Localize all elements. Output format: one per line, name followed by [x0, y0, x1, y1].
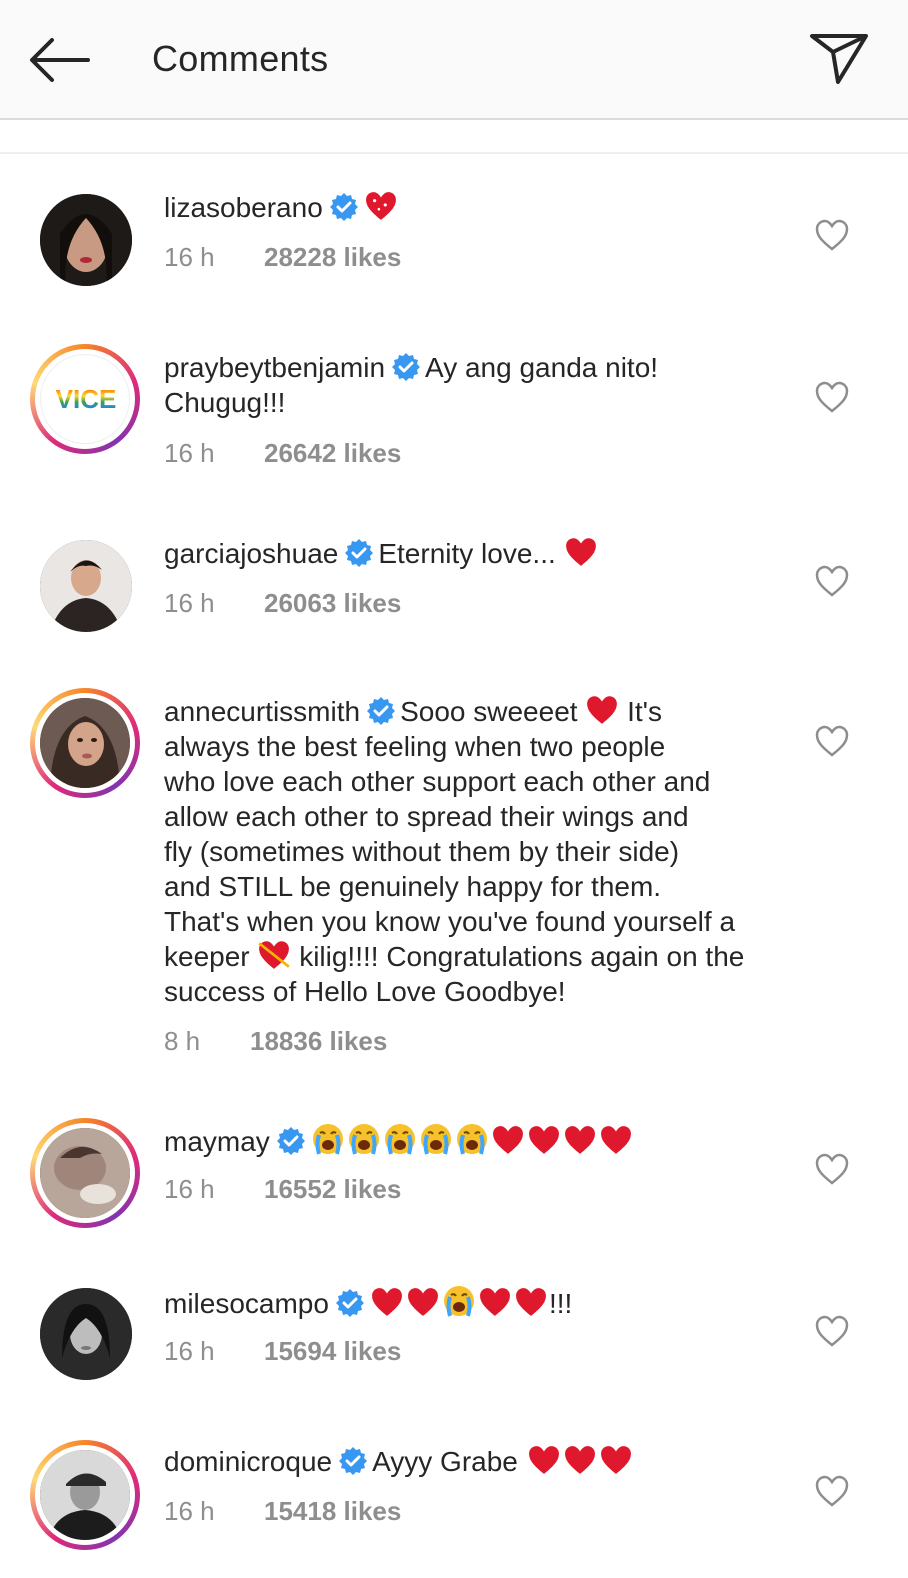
avatar[interactable] — [30, 1440, 140, 1550]
avatar-text: VICE — [56, 384, 117, 414]
heart-outline-icon[interactable] — [814, 564, 850, 598]
red-heart-icon — [598, 1124, 634, 1156]
comment-time: 16 h — [164, 588, 215, 618]
comment-text: Ayyy Grabe — [372, 1446, 518, 1477]
comment-meta: 16 h 15694 likes — [164, 1336, 401, 1367]
comment-time: 8 h — [164, 1026, 201, 1056]
red-heart-icon — [513, 1286, 549, 1318]
comment-time: 16 h — [164, 438, 215, 468]
comment-likes[interactable]: 15694 likes — [264, 1336, 401, 1366]
red-heart-icon — [562, 1124, 598, 1156]
verified-badge-icon — [335, 1288, 365, 1318]
verified-badge-icon — [391, 352, 421, 382]
comment-meta: 8 h 18836 likes — [164, 1026, 387, 1057]
comment-text-line: always the best feeling when two people — [164, 731, 666, 762]
heart-outline-icon[interactable] — [814, 724, 850, 758]
heart-outline-icon[interactable] — [814, 380, 850, 414]
crying-face-icon — [454, 1122, 490, 1156]
avatar[interactable]: VICE — [30, 344, 140, 454]
comment-likes[interactable]: 26063 likes — [264, 588, 401, 618]
comment-text-line: success of Hello Love Goodbye! — [164, 976, 566, 1007]
comment-meta: 16 h 26063 likes — [164, 588, 401, 619]
sparkle-heart-icon — [363, 190, 399, 222]
comment-username[interactable]: garciajoshuae — [164, 538, 338, 569]
header-bar: Comments — [0, 0, 908, 120]
paper-plane-icon[interactable] — [806, 28, 872, 88]
comment-meta: 16 h 26642 likes — [164, 438, 401, 469]
comment-likes[interactable]: 26642 likes — [264, 438, 401, 468]
comment-time: 16 h — [164, 242, 215, 272]
comment-likes[interactable]: 28228 likes — [264, 242, 401, 272]
red-heart-icon — [564, 536, 598, 568]
comment-text: Chugug!!! — [164, 387, 286, 418]
heart-with-arrow-icon — [258, 939, 291, 971]
comment-username[interactable]: milesocampo — [164, 1288, 329, 1319]
red-heart-icon — [490, 1124, 526, 1156]
comment-time: 16 h — [164, 1496, 215, 1526]
crying-face-icon — [310, 1122, 346, 1156]
comment-username[interactable]: lizasoberano — [164, 192, 323, 223]
verified-badge-icon — [366, 696, 396, 726]
comment-username[interactable]: maymay — [164, 1126, 270, 1157]
comment-username[interactable]: praybeytbenjamin — [164, 352, 385, 383]
red-heart-icon — [526, 1444, 562, 1476]
avatar[interactable] — [30, 194, 140, 304]
comment-likes[interactable]: 18836 likes — [250, 1026, 387, 1056]
avatar[interactable] — [30, 1288, 140, 1398]
comment-likes[interactable]: 16552 likes — [264, 1174, 401, 1204]
verified-badge-icon — [329, 192, 359, 222]
comment-text-line: and STILL be genuinely happy for them. — [164, 871, 662, 902]
comment-text-line: who love each other support each other a… — [164, 766, 711, 797]
avatar[interactable] — [30, 688, 140, 798]
comment-text-line: That's when you know you've found yourse… — [164, 906, 736, 937]
crying-face-icon — [346, 1122, 382, 1156]
comment-username[interactable]: annecurtissmith — [164, 696, 360, 727]
comment-text: Eternity love... — [378, 538, 556, 569]
comment-likes[interactable]: 15418 likes — [264, 1496, 401, 1526]
heart-outline-icon[interactable] — [814, 1474, 850, 1508]
comment-meta: 16 h 15418 likes — [164, 1496, 401, 1527]
page-title: Comments — [152, 38, 329, 79]
comment-text-line: allow each other to spread their wings a… — [164, 801, 689, 832]
avatar[interactable] — [30, 1118, 140, 1228]
red-heart-icon — [526, 1124, 562, 1156]
back-arrow-icon[interactable] — [26, 32, 92, 88]
red-heart-icon — [585, 694, 619, 726]
comment-text-line: fly (sometimes without them by their sid… — [164, 836, 680, 867]
comment-time: 16 h — [164, 1336, 215, 1366]
crying-face-icon — [382, 1122, 418, 1156]
comment-meta: 16 h 28228 likes — [164, 242, 401, 273]
comment-time: 16 h — [164, 1174, 215, 1204]
verified-badge-icon — [276, 1126, 306, 1156]
comment-meta: 16 h 16552 likes — [164, 1174, 401, 1205]
crying-face-icon — [441, 1284, 477, 1318]
heart-outline-icon[interactable] — [814, 218, 850, 252]
comment-text: !!! — [548, 1288, 573, 1319]
comment-username[interactable]: dominicroque — [164, 1446, 332, 1477]
comment-text: Sooo sweeeet — [400, 696, 578, 727]
verified-badge-icon — [338, 1446, 368, 1476]
avatar[interactable] — [30, 540, 140, 650]
red-heart-icon — [562, 1444, 598, 1476]
comment-text: It's — [627, 696, 663, 727]
red-heart-icon — [405, 1286, 441, 1318]
red-heart-icon — [369, 1286, 405, 1318]
comment-text: Ay ang ganda nito! — [425, 352, 659, 383]
comment-text-line: kilig!!!! Congratulations again on the — [299, 941, 745, 972]
crying-face-icon — [418, 1122, 454, 1156]
red-heart-icon — [598, 1444, 634, 1476]
heart-outline-icon[interactable] — [814, 1152, 850, 1186]
verified-badge-icon — [344, 538, 374, 568]
red-heart-icon — [477, 1286, 513, 1318]
divider — [0, 152, 908, 154]
heart-outline-icon[interactable] — [814, 1314, 850, 1348]
comment-text-line: keeper — [164, 941, 250, 972]
